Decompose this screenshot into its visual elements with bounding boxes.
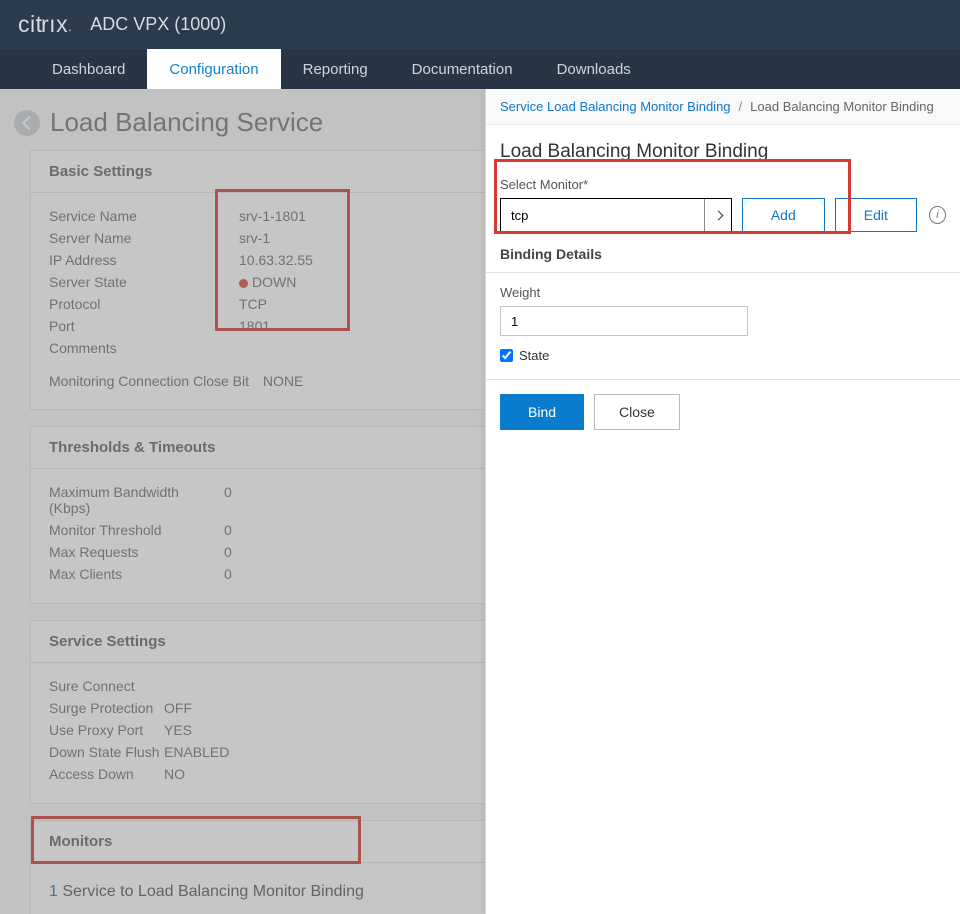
- product-name: ADC VPX (1000): [90, 14, 226, 35]
- main-nav: Dashboard Configuration Reporting Docume…: [0, 49, 960, 89]
- label-surge-protection: Surge Protection: [49, 700, 164, 716]
- select-monitor-label: Select Monitor*: [500, 177, 946, 192]
- tab-reporting[interactable]: Reporting: [281, 49, 390, 89]
- label-max-req: Max Requests: [49, 544, 224, 560]
- weight-label: Weight: [500, 285, 946, 300]
- value-mon-close: NONE: [263, 373, 303, 389]
- value-surge-protection: OFF: [164, 700, 192, 716]
- chevron-right-icon: [713, 210, 723, 220]
- tab-downloads[interactable]: Downloads: [535, 49, 653, 89]
- page-title: Load Balancing Service: [50, 107, 323, 138]
- info-icon[interactable]: i: [929, 206, 946, 224]
- label-access-down: Access Down: [49, 766, 164, 782]
- label-down-state-flush: Down State Flush: [49, 744, 164, 760]
- tab-dashboard[interactable]: Dashboard: [30, 49, 147, 89]
- select-monitor-field[interactable]: [500, 198, 732, 232]
- weight-input[interactable]: [500, 306, 748, 336]
- value-protocol: TCP: [239, 296, 267, 312]
- select-monitor-chevron[interactable]: [704, 199, 730, 231]
- value-server-state: DOWN: [239, 274, 296, 290]
- value-server-state-text: DOWN: [252, 274, 296, 290]
- label-proxy-port: Use Proxy Port: [49, 722, 164, 738]
- binding-details-header: Binding Details: [500, 232, 946, 264]
- label-sure-connect: Sure Connect: [49, 678, 164, 694]
- tab-documentation[interactable]: Documentation: [390, 49, 535, 89]
- back-arrow-icon: [21, 115, 35, 129]
- label-ip-address: IP Address: [49, 252, 239, 268]
- binding-panel: Service Load Balancing Monitor Binding /…: [485, 89, 960, 914]
- content-area: Load Balancing Service Basic Settings Se…: [0, 89, 960, 914]
- value-down-state-flush: ENABLED: [164, 744, 229, 760]
- breadcrumb-separator: /: [739, 99, 743, 114]
- add-button[interactable]: Add: [742, 198, 825, 232]
- value-access-down: NO: [164, 766, 185, 782]
- panel-title: Load Balancing Monitor Binding: [500, 141, 946, 163]
- value-ip-address: 10.63.32.55: [239, 252, 313, 268]
- tab-configuration[interactable]: Configuration: [147, 49, 280, 89]
- close-button[interactable]: Close: [594, 394, 680, 430]
- value-max-cli: 0: [224, 566, 232, 582]
- value-port: 1801: [239, 318, 270, 334]
- label-mon-close: Monitoring Connection Close Bit: [49, 373, 249, 389]
- label-comments: Comments: [49, 340, 239, 356]
- state-checkbox[interactable]: [500, 349, 513, 362]
- state-dot-icon: [239, 279, 248, 288]
- label-max-cli: Max Clients: [49, 566, 224, 582]
- label-server-name: Server Name: [49, 230, 239, 246]
- breadcrumb-current: Load Balancing Monitor Binding: [750, 99, 934, 114]
- label-mon-thresh: Monitor Threshold: [49, 522, 224, 538]
- monitor-binding-link[interactable]: Service to Load Balancing Monitor Bindin…: [62, 883, 364, 900]
- value-server-name: srv-1: [239, 230, 270, 246]
- value-mon-thresh: 0: [224, 522, 232, 538]
- label-port: Port: [49, 318, 239, 334]
- breadcrumb-link[interactable]: Service Load Balancing Monitor Binding: [500, 99, 731, 114]
- label-service-name: Service Name: [49, 208, 239, 224]
- value-max-bw: 0: [224, 484, 232, 516]
- label-max-bw: Maximum Bandwidth (Kbps): [49, 484, 224, 516]
- brand-logo: citrıx.: [18, 11, 72, 38]
- value-max-req: 0: [224, 544, 232, 560]
- value-proxy-port: YES: [164, 722, 192, 738]
- back-button[interactable]: [14, 110, 40, 136]
- monitor-binding-count[interactable]: 1: [49, 883, 58, 900]
- top-bar: citrıx. ADC VPX (1000): [0, 0, 960, 49]
- value-service-name: srv-1-1801: [239, 208, 306, 224]
- label-server-state: Server State: [49, 274, 239, 290]
- label-protocol: Protocol: [49, 296, 239, 312]
- state-label: State: [519, 348, 549, 363]
- select-monitor-input[interactable]: [501, 199, 704, 231]
- breadcrumb: Service Load Balancing Monitor Binding /…: [486, 89, 960, 125]
- bind-button[interactable]: Bind: [500, 394, 584, 430]
- edit-button[interactable]: Edit: [835, 198, 917, 232]
